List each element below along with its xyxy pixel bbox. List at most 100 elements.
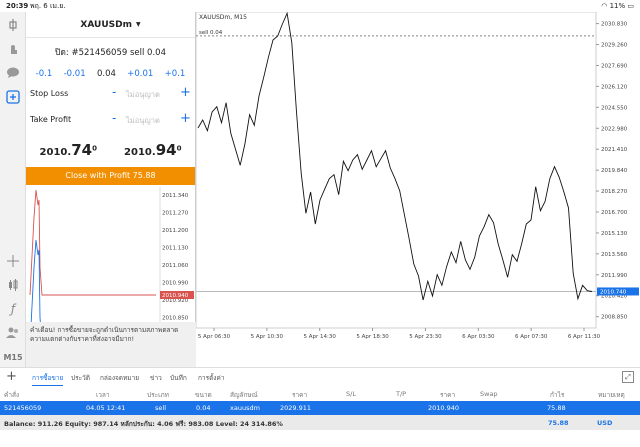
y-tick-label: 2027.690 bbox=[601, 63, 628, 69]
x-tick-label: 6 Apr 11:30 bbox=[568, 334, 601, 340]
tab-trade[interactable]: การซื้อขาย bbox=[32, 373, 64, 386]
ask-price: 2010.940 bbox=[124, 141, 181, 159]
tab-news[interactable]: ข่าว bbox=[150, 373, 162, 383]
stop-loss-field[interactable]: ไม่อนุญาต bbox=[126, 89, 160, 101]
status-date: พฤ. 6 เม.ย. bbox=[30, 2, 66, 10]
y-tick-label: 2022.980 bbox=[601, 126, 628, 132]
volume-plus-0.01-button[interactable]: +0.01 bbox=[127, 69, 153, 79]
take-profit-row: Take Profit - ไม่อนุญาต + bbox=[26, 111, 195, 131]
y-tick-label: 2030.830 bbox=[601, 22, 628, 28]
status-bar: 20:39 พฤ. 6 เม.ย. ◠ 11% ▭ bbox=[0, 0, 640, 12]
volume-minus-0.1-button[interactable]: -0.1 bbox=[36, 69, 53, 79]
wifi-icon: ◠ bbox=[601, 2, 610, 10]
y-tick-label: 2029.260 bbox=[601, 43, 628, 49]
bid-price-tag-label: 2010.740 bbox=[600, 290, 627, 296]
ask-price-big: 94 bbox=[155, 141, 177, 159]
close-with-profit-button[interactable]: Close with Profit 75.88 bbox=[26, 167, 195, 185]
tab-journal[interactable]: บันทึก bbox=[170, 373, 187, 383]
x-tick-label: 5 Apr 18:30 bbox=[356, 334, 389, 340]
stop-loss-minus-button[interactable]: - bbox=[112, 85, 116, 99]
add-icon[interactable]: + bbox=[6, 369, 17, 384]
price-chart[interactable]: 2030.830 2029.260 2027.690 2026.120 2024.550… bbox=[195, 11, 640, 342]
tick-level-label: 2011.060 bbox=[162, 263, 189, 269]
col-price: ราคา bbox=[292, 391, 308, 399]
volume-minus-0.01-button[interactable]: -0.01 bbox=[64, 69, 86, 79]
x-tick-label: 6 Apr 03:30 bbox=[462, 334, 495, 340]
y-tick-label: 2019.840 bbox=[601, 168, 628, 174]
x-tick-label: 5 Apr 23:30 bbox=[409, 334, 442, 340]
price-chart-svg[interactable]: 2030.830 2029.260 2027.690 2026.120 2024.550… bbox=[195, 11, 640, 342]
tick-level-label: 2010.990 bbox=[162, 281, 189, 287]
tick-chart: 2011.340 2011.270 2011.200 2011.130 2011.060… bbox=[26, 187, 195, 349]
x-tick-label: 5 Apr 14:30 bbox=[304, 334, 337, 340]
volume-plus-0.1-button[interactable]: +0.1 bbox=[165, 69, 186, 79]
take-profit-field[interactable]: ไม่อนุญาต bbox=[126, 115, 160, 127]
bottom-spacer bbox=[0, 430, 640, 447]
candles-icon[interactable] bbox=[4, 276, 22, 294]
col-profit: กำไร bbox=[550, 391, 565, 399]
take-profit-minus-button[interactable]: - bbox=[112, 111, 116, 125]
cell-current-price: 2010.940 bbox=[428, 404, 460, 412]
order-info: ปิด: #521456059 sell 0.04 bbox=[55, 48, 166, 58]
tick-level-label: 2011.270 bbox=[162, 211, 189, 217]
timeframe-button[interactable]: M15 bbox=[3, 348, 22, 366]
tab-mailbox[interactable]: กล่องจดหมาย bbox=[100, 373, 139, 383]
col-comment: หมายเหตุ bbox=[598, 391, 625, 399]
table-row[interactable]: 521456059 04.05 12:41 sell 0.04 xauusdm … bbox=[0, 401, 640, 415]
terminal-tabs: + การซื้อขาย ประวัติ กล่องจดหมาย ข่าว บั… bbox=[0, 367, 640, 387]
tick-level-label: 2011.130 bbox=[162, 246, 189, 252]
chart-title: XAUUSDm, M15 bbox=[199, 14, 247, 21]
col-symbol: สัญลักษณ์ bbox=[230, 391, 258, 399]
x-tick-label: 5 Apr 06:30 bbox=[198, 334, 231, 340]
col-current-price: ราคา bbox=[440, 391, 456, 399]
tab-history[interactable]: ประวัติ bbox=[71, 373, 90, 383]
chat-icon[interactable] bbox=[4, 64, 22, 82]
cell-profit: 75.88 bbox=[547, 404, 566, 412]
symbol-selector[interactable]: XAUUSDm ▼ bbox=[26, 12, 195, 38]
stop-loss-plus-button[interactable]: + bbox=[180, 85, 191, 100]
trade-panel: XAUUSDm ▼ ปิด: #521456059 sell 0.04 -0.1… bbox=[26, 12, 196, 367]
battery-level: 11% bbox=[609, 2, 626, 10]
take-profit-plus-button[interactable]: + bbox=[180, 111, 191, 126]
order-line-label: sell 0.04 bbox=[199, 30, 223, 36]
tab-settings[interactable]: การตั้งค่า bbox=[198, 373, 224, 383]
tick-level-label: 2011.340 bbox=[162, 193, 189, 199]
cell-time: 04.05 12:41 bbox=[86, 404, 126, 412]
cell-symbol: xauusdm bbox=[230, 404, 260, 412]
y-tick-label: 2015.130 bbox=[601, 231, 628, 237]
y-tick-label: 2026.120 bbox=[601, 84, 628, 90]
function-icon[interactable]: ƒ bbox=[4, 300, 22, 318]
cell-order: 521456059 bbox=[4, 404, 42, 412]
app-root: 20:39 พฤ. 6 เม.ย. ◠ 11% ▭ ƒ M15 XAUUSDm … bbox=[0, 0, 640, 447]
execution-warning: คำเตือน! การซื้อขายจะถูกดำเนินการตามสภาพ… bbox=[26, 322, 196, 367]
total-profit: 75.88 bbox=[548, 419, 569, 427]
stop-loss-label: Stop Loss bbox=[30, 89, 69, 98]
y-tick-label: 2013.560 bbox=[601, 252, 628, 258]
col-swap: Swap bbox=[480, 390, 498, 398]
volume-value[interactable]: 0.04 bbox=[97, 69, 116, 79]
col-tp: T/P bbox=[396, 390, 407, 398]
battery-icon: ▭ bbox=[627, 2, 634, 10]
add-icon[interactable] bbox=[4, 88, 22, 106]
expand-icon[interactable]: ⤢ bbox=[622, 371, 634, 383]
finger-icon[interactable] bbox=[4, 40, 22, 58]
cell-type: sell bbox=[155, 404, 166, 412]
tick-chart-svg: 2011.340 2011.270 2011.200 2011.130 2011.060… bbox=[29, 187, 194, 349]
col-time: เวลา bbox=[96, 391, 110, 399]
bid-price-main: 2010. bbox=[39, 147, 72, 158]
crosshair-icon[interactable] bbox=[4, 252, 22, 270]
chart-icon[interactable] bbox=[4, 16, 22, 34]
bid-price-big: 74 bbox=[71, 141, 93, 159]
cell-size: 0.04 bbox=[196, 404, 211, 412]
y-tick-label: 2011.990 bbox=[601, 273, 628, 279]
y-tick-label: 2018.270 bbox=[601, 189, 628, 195]
take-profit-label: Take Profit bbox=[30, 115, 72, 124]
price-row: 2010.740 2010.940 bbox=[26, 141, 195, 159]
volume-adjust-row: -0.1 -0.01 0.04 +0.01 +0.1 bbox=[26, 69, 195, 79]
people-icon[interactable] bbox=[4, 324, 22, 342]
y-tick-label: 2008.850 bbox=[601, 315, 628, 321]
y-tick-label: 2016.700 bbox=[601, 210, 628, 216]
ask-tick-line bbox=[29, 189, 156, 296]
ask-price-tag-label: 2010.940 bbox=[162, 293, 189, 299]
bid-price: 2010.740 bbox=[40, 141, 97, 159]
